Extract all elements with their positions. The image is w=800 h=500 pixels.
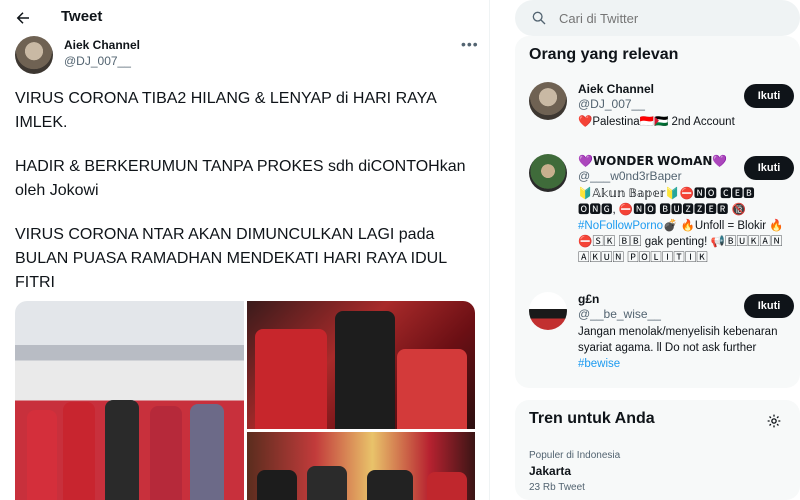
follow-button[interactable]: Ikuti [744,294,794,318]
page-title: Tweet [61,8,103,25]
search-icon [532,11,546,25]
tweet-column: Tweet Aiek Channel @DJ_007__ ••• VIRUS C… [0,0,490,500]
bio-text: Jangan menolak/menyelisih kebenaran syar… [578,326,778,354]
tweet-photo-2[interactable] [247,301,475,429]
back-arrow-icon [16,12,29,24]
author-handle[interactable]: @DJ_007__ [64,54,131,68]
trends-title: Tren untuk Anda [529,410,655,427]
follow-button[interactable]: Ikuti [744,156,794,180]
author-name[interactable]: Aiek Channel [64,38,140,52]
follow-button[interactable]: Ikuti [744,84,794,108]
search-box[interactable] [515,0,800,36]
bio-text: 🔰𝔸𝕜𝕦𝕟 𝔹𝕒𝕡𝕖𝕣🔰⛔🅽🅾 🅲🅴🅱 🅾🅽🅶, ⛔🅽🅾 🅱🆄🆉🆉🅴🆁 🔞 [578,188,755,216]
more-options-icon[interactable]: ••• [461,36,479,52]
person-name[interactable]: 💜𝗪𝗢𝗡𝗗𝗘𝗥 𝗪𝗢𝗺𝗔𝗡💜 [578,154,727,168]
relevant-person[interactable]: 💜𝗪𝗢𝗡𝗗𝗘𝗥 𝗪𝗢𝗺𝗔𝗡💜 @___w0nd3rBaper 🔰𝔸𝕜𝕦𝕟 𝔹𝕒𝕡… [529,154,794,284]
avatar[interactable] [529,82,567,120]
person-bio: ❤️Palestina🇮🇩🇵🇸 2nd Account [578,116,735,128]
person-name[interactable]: g£n [578,292,599,306]
twitter-app: Tweet Aiek Channel @DJ_007__ ••• VIRUS C… [0,0,800,500]
tweet-header: Tweet [0,0,490,36]
person-bio: 🔰𝔸𝕜𝕦𝕟 𝔹𝕒𝕡𝕖𝕣🔰⛔🅽🅾 🅲🅴🅱 🅾🅽🅶, ⛔🅽🅾 🅱🆄🆉🆉🅴🆁 🔞 #N… [578,186,788,266]
tweet-photo-1[interactable] [15,301,244,500]
gear-icon[interactable] [766,413,782,429]
tweet-text: VIRUS CORONA TIBA2 HILANG & LENYAP di HA… [15,87,475,315]
search-input[interactable] [559,8,789,28]
trend-category: Populer di Indonesia [529,450,621,461]
person-handle: @DJ_007__ [578,97,645,111]
person-name[interactable]: Aiek Channel [578,82,654,96]
tweet-paragraph: HADIR & BERKERUMUN TANPA PROKES sdh diCO… [15,158,466,199]
hashtag-link[interactable]: #bewise [578,358,620,370]
relevant-person[interactable]: Aiek Channel @DJ_007__ ❤️Palestina🇮🇩🇵🇸 2… [529,82,794,142]
person-handle: @___w0nd3rBaper [578,169,682,183]
tweet-paragraph: VIRUS CORONA TIBA2 HILANG & LENYAP di HA… [15,90,436,131]
person-handle: @__be_wise__ [578,307,661,321]
avatar[interactable] [529,292,567,330]
trend-count: 23 Rb Tweet [529,482,585,493]
tweet-paragraph: VIRUS CORONA NTAR AKAN DIMUNCULKAN LAGI … [15,226,447,291]
tweet-media-grid [15,301,475,500]
relevant-person[interactable]: g£n @__be_wise__ Jangan menolak/menyelis… [529,292,794,382]
person-bio: Jangan menolak/menyelisih kebenaran syar… [578,324,788,372]
tweet-photo-3[interactable] [247,432,475,500]
hashtag-link[interactable]: #NoFollowPorno [578,220,663,232]
relevant-people-card: Orang yang relevan Aiek Channel @DJ_007_… [515,36,800,388]
avatar[interactable] [529,154,567,192]
trend-name[interactable]: Jakarta [529,464,571,478]
back-button[interactable] [12,7,34,29]
trends-card: Tren untuk Anda Populer di Indonesia Jak… [515,400,800,500]
relevant-people-title: Orang yang relevan [529,46,679,63]
tweet-author: Aiek Channel @DJ_007__ ••• [15,36,485,76]
author-avatar[interactable] [15,36,53,74]
